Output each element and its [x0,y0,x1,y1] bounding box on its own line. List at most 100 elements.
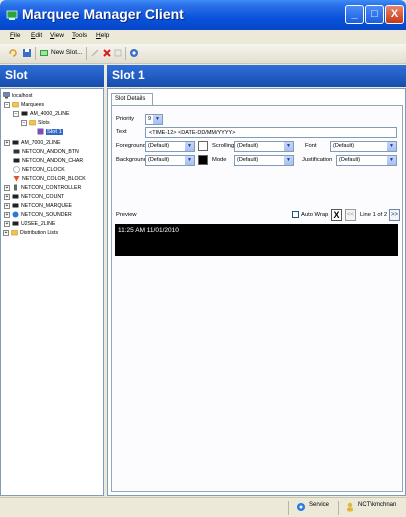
menu-bar: File Edit View Tools Help [0,30,406,43]
background-color-swatch[interactable] [198,155,208,165]
tree-node-andon-btn[interactable]: NETCON_ANDON_BTN [13,148,79,157]
window-title: Marquee Manager Client [22,6,184,22]
color-block-icon [13,176,20,182]
font-select[interactable]: (Default) ▼ [330,141,397,152]
menu-edit[interactable]: Edit [31,32,42,39]
previous-line-button[interactable]: << [345,209,356,221]
properties-icon[interactable] [113,48,123,58]
chevron-down-icon: ▼ [284,156,293,165]
computer-icon [3,92,10,99]
marquee-icon [13,158,20,163]
expand-icon[interactable]: + [4,220,10,227]
tree-node-marquees[interactable]: − Marquees [4,101,44,110]
tree-node-marquee[interactable]: + NETCON_MARQUEE [4,202,72,211]
expand-icon[interactable]: + [3,229,9,236]
menu-view[interactable]: View [50,32,64,39]
tree-node-u2se[interactable]: + U2SEE_2LINE [4,220,55,229]
expand-icon[interactable]: + [4,193,10,200]
tree-node-andon-char[interactable]: NETCON_ANDON_CHAR [13,157,83,166]
folder-icon [29,120,36,126]
sounder-icon [12,211,19,218]
service-icon [297,503,305,511]
foreground-select[interactable]: (Default) ▼ [145,141,195,152]
title-bar[interactable]: Marquee Manager Client _ □ X [0,0,406,30]
close-button[interactable]: X [385,5,404,24]
background-select[interactable]: (Default) ▼ [145,155,195,166]
save-icon[interactable] [22,48,32,58]
line-indicator: Line 1 of 2 [360,212,388,218]
toolbar-separator [86,47,87,60]
auto-wrap-checkbox[interactable] [292,211,299,218]
expand-icon[interactable]: + [4,202,10,209]
tree-node-clock[interactable]: NETCON_CLOCK [13,166,65,175]
font-label: Font [305,143,317,149]
preview-label: Preview [116,212,137,218]
new-slot-button[interactable]: New Slot... [51,49,82,56]
justification-select[interactable]: (Default) ▼ [336,155,397,166]
mode-select[interactable]: (Default) ▼ [234,155,294,166]
minimize-button[interactable]: _ [345,5,364,24]
marquee-icon [13,149,20,154]
help-icon[interactable] [129,48,139,58]
auto-wrap-label: Auto Wrap [301,212,329,218]
tree-node-sounder[interactable]: + NETCON_SOUNDER [4,211,72,220]
collapse-icon[interactable]: − [21,119,27,126]
preview-text: 11:25 AM 11/01/2010 [118,227,179,234]
edit-icon[interactable] [90,48,100,58]
toolbar: New Slot... [0,44,406,64]
clear-preview-button[interactable]: X [331,209,342,221]
tree-node-am4000[interactable]: − AM_4000_2LINE [13,110,70,119]
clock-icon [13,166,20,173]
toolbar-separator [35,47,36,60]
justification-label: Justification [302,157,333,163]
marquee-icon [12,203,19,208]
scrolling-select[interactable]: (Default) ▼ [234,141,294,152]
slot-details-panel: Slot Details Priority 9 ▼ Text <TIME-12> … [107,88,406,496]
expand-icon[interactable]: + [4,184,10,191]
user-status: NCT\kmchnan [358,502,397,508]
mode-label: Mode [212,157,227,163]
slot-tree[interactable]: localhost − Marquees − AM_4000_2LINE − Slot… [0,88,104,496]
priority-label: Priority [116,116,135,122]
text-input[interactable]: <TIME-12> <DATE-DD/MM/YYYY> [145,127,397,138]
status-separator [338,501,339,515]
scrolling-label: Scrolling [212,143,235,149]
marquee-icon [21,111,28,116]
menu-file[interactable]: File [10,32,21,39]
chevron-down-icon: ▼ [185,156,194,165]
menu-tools[interactable]: Tools [72,32,87,39]
foreground-label: Foreground [116,143,146,149]
priority-select[interactable]: 9 ▼ [145,114,163,125]
slot-icon [37,128,44,135]
expand-icon[interactable]: + [4,139,10,146]
delete-icon[interactable] [102,48,112,58]
tree-node-controller[interactable]: + NETCON_CONTROLLER [4,184,81,193]
maximize-button[interactable]: □ [365,5,384,24]
slot-panel-header: Slot [0,65,104,87]
chevron-down-icon: ▼ [387,156,396,165]
tree-node-am7000[interactable]: + AM_7000_2LINE [4,139,61,148]
marquee-icon [12,194,19,199]
tree-node-distribution-lists[interactable]: + Distribution Lists [3,229,58,238]
tree-node-localhost[interactable]: localhost [3,92,32,101]
next-line-button[interactable]: >> [389,209,400,221]
refresh-icon[interactable] [8,48,18,58]
preview-display: 11:25 AM 11/01/2010 [115,224,398,256]
folder-icon [12,102,19,108]
collapse-icon[interactable]: − [13,110,19,117]
chevron-down-icon: ▼ [153,115,162,124]
toolbar-separator [125,47,126,60]
expand-icon[interactable]: + [4,211,10,218]
slot-details-page: Priority 9 ▼ Text <TIME-12> <DATE-DD/MM/Y… [111,105,403,492]
new-slot-icon[interactable] [39,48,49,58]
tree-node-count[interactable]: + NETCON_COUNT [4,193,64,202]
tree-node-slot1[interactable]: Slot 1 [37,128,63,137]
tree-node-slots[interactable]: − Slots [21,119,50,128]
collapse-icon[interactable]: − [4,101,10,108]
text-label: Text [116,129,127,135]
menu-help[interactable]: Help [96,32,109,39]
foreground-color-swatch[interactable] [198,141,208,151]
chevron-down-icon: ▼ [284,142,293,151]
tab-slot-details[interactable]: Slot Details [111,93,153,105]
tree-node-color-block[interactable]: NETCON_COLOR_BLOCK [13,175,86,184]
